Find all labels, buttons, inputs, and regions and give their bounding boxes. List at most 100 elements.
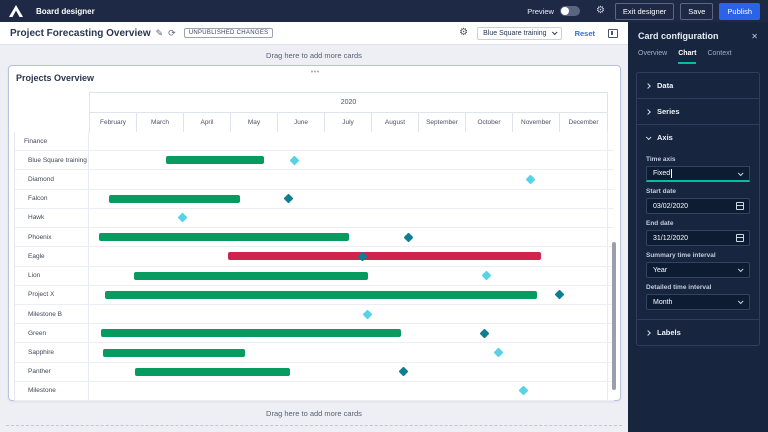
tab-overview[interactable]: Overview (638, 50, 667, 64)
publish-button[interactable]: Publish (719, 2, 760, 20)
detailed-interval-label: Detailed time interval (646, 284, 712, 291)
section-series[interactable]: Series (637, 98, 759, 124)
gantt-row: Hawk (15, 208, 614, 229)
context-selector-dropdown[interactable]: Blue Square training (477, 26, 562, 40)
board-toolbar: Project Forecasting Overview ✎ ⟳ UNPUBLI… (0, 22, 628, 45)
context-gear-icon[interactable]: ⚙ (459, 28, 468, 38)
main-area: Project Forecasting Overview ✎ ⟳ UNPUBLI… (0, 22, 628, 432)
row-timeline (89, 362, 608, 381)
chevron-down-icon (645, 133, 652, 140)
gantt-bar (100, 329, 402, 338)
exit-designer-button[interactable]: Exit designer (614, 2, 675, 20)
panel-toggle-icon[interactable] (608, 28, 618, 38)
milestone-marker (525, 174, 536, 185)
gantt-bar (109, 194, 240, 203)
calendar-icon[interactable] (736, 202, 744, 210)
section-data[interactable]: Data (637, 73, 759, 98)
chevron-right-icon (645, 108, 651, 115)
detailed-interval-select[interactable]: Month (646, 294, 750, 310)
summary-interval-value: Year (653, 266, 668, 274)
calendar-icon[interactable] (736, 234, 744, 242)
month-label: September (419, 113, 466, 132)
end-date-input[interactable]: 31/12/2020 (646, 230, 750, 246)
gantt-row: Milestone (15, 381, 614, 402)
preview-label: Preview (527, 6, 554, 16)
end-date-value: 31/12/2020 (653, 234, 689, 242)
row-label: Hawk (15, 208, 89, 228)
unpublished-changes-badge: UNPUBLISHED CHANGES (183, 28, 274, 38)
preview-toggle[interactable] (559, 6, 580, 16)
edit-pencil-icon[interactable]: ✎ (156, 28, 164, 38)
gantt-bar (102, 348, 246, 357)
gantt-row: Finance (15, 132, 614, 152)
milestone-marker (398, 366, 409, 377)
month-label: April (184, 113, 231, 132)
row-label: Eagle (15, 247, 89, 266)
section-series-label: Series (657, 107, 680, 116)
gantt-bar (227, 252, 542, 261)
gantt-row: Project X (15, 285, 614, 305)
month-label: December (568, 119, 599, 126)
drop-zone-top[interactable]: Drag here to add more cards (0, 45, 628, 65)
section-axis-label: Axis (657, 133, 673, 142)
close-icon[interactable]: ✕ (751, 32, 758, 41)
section-labels-label: Labels (657, 328, 681, 337)
row-timeline (89, 266, 608, 285)
drop-zone-divider (6, 425, 622, 426)
row-label: Finance (15, 132, 89, 151)
time-axis-select[interactable]: Fixed (646, 166, 750, 182)
card-title: Projects Overview (16, 73, 95, 83)
settings-gear-icon[interactable]: ⚙ (596, 6, 605, 16)
gantt-row: Diamond (15, 170, 614, 190)
toggle-knob (560, 7, 569, 15)
card-drag-handle-icon[interactable] (310, 70, 319, 74)
drop-zone-bottom[interactable]: Drag here to add more cards (0, 401, 628, 423)
gantt-bar (134, 271, 369, 280)
milestone-marker (283, 193, 294, 204)
summary-interval-select[interactable]: Year (646, 262, 750, 278)
chevron-right-icon (645, 329, 651, 336)
tab-context[interactable]: Context (707, 50, 731, 64)
time-axis-label: Time axis (646, 156, 676, 163)
config-sections: Data Series Axis Time axis Fixed Start d… (636, 72, 760, 346)
gantt-row: Milestone B (15, 304, 614, 325)
milestone-marker (493, 347, 504, 358)
row-label: Milestone B (15, 304, 89, 324)
row-timeline (89, 208, 608, 228)
row-label: Blue Square training (15, 151, 89, 170)
vertical-scrollbar-thumb[interactable] (612, 242, 616, 390)
reset-link[interactable]: Reset (575, 29, 595, 38)
card-configuration-panel: Card configuration ✕ Overview Chart Cont… (628, 22, 768, 432)
milestone-marker (554, 289, 565, 300)
start-date-input[interactable]: 03/02/2020 (646, 198, 750, 214)
milestone-marker (362, 309, 373, 320)
gantt-bar (135, 367, 291, 376)
refresh-icon[interactable]: ⟳ (168, 28, 176, 38)
row-timeline (89, 304, 608, 324)
row-label: Green (15, 324, 89, 343)
projects-overview-card[interactable]: Projects Overview 2020 February March Apri… (8, 65, 621, 402)
milestone-marker (177, 213, 188, 223)
anaplan-logo-icon (9, 5, 23, 17)
text-cursor (671, 169, 673, 178)
month-label: May (231, 113, 278, 132)
milestone-marker (289, 155, 300, 166)
gantt-row: Green (15, 324, 614, 344)
row-label: Diamond (15, 170, 89, 189)
gantt-bar (98, 233, 349, 242)
panel-header: Card configuration ✕ (628, 22, 768, 48)
section-labels[interactable]: Labels (637, 319, 759, 345)
row-timeline (89, 381, 608, 401)
row-label: Sapphire (15, 343, 89, 362)
year-header: 2020 (90, 93, 607, 113)
month-label: November (513, 113, 560, 132)
milestone-marker (403, 232, 414, 243)
tab-chart[interactable]: Chart (678, 50, 697, 64)
month-label: February (90, 113, 137, 132)
section-axis[interactable]: Axis (637, 124, 759, 150)
save-button[interactable]: Save (680, 2, 714, 20)
row-timeline (89, 170, 608, 189)
gantt-bar (105, 290, 538, 299)
milestone-marker (481, 270, 492, 281)
milestone-marker (479, 328, 490, 339)
